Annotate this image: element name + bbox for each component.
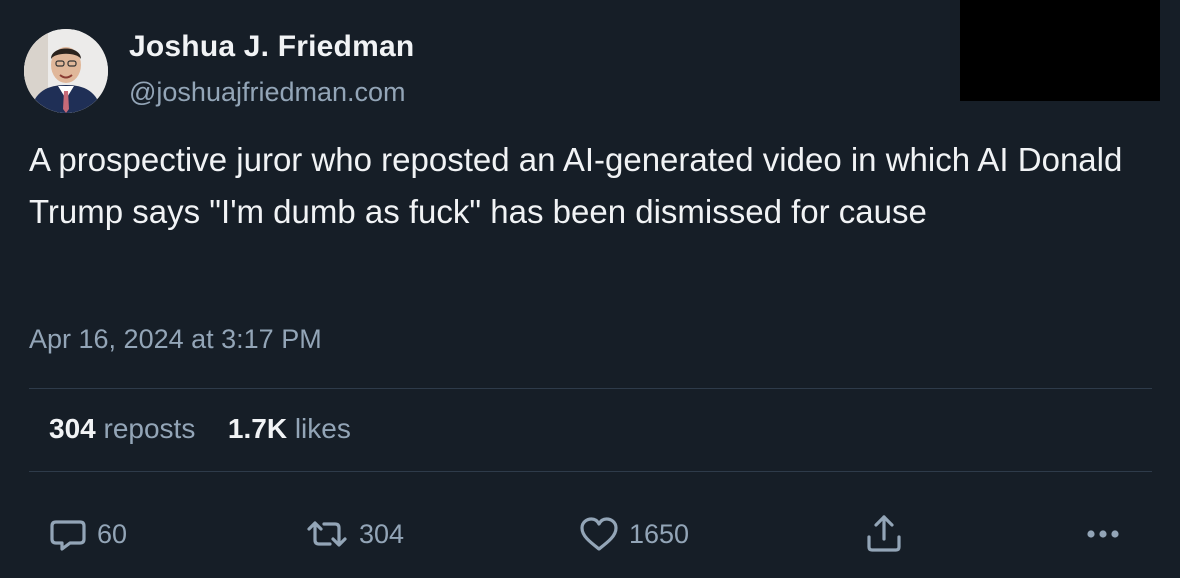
like-button[interactable]: 1650 (578, 512, 689, 556)
share-upload-icon (864, 513, 904, 555)
repost-arrows-icon (304, 514, 350, 554)
reply-button[interactable]: 60 (48, 512, 127, 556)
repost-button[interactable]: 304 (304, 512, 404, 556)
reposts-stat[interactable]: 304 reposts (49, 413, 203, 444)
avatar-image (24, 29, 108, 113)
likes-count: 1.7K (227, 413, 288, 444)
reply-count: 60 (97, 518, 128, 549)
post-text: A prospective juror who reposted an AI-g… (29, 141, 1123, 230)
redaction-block (960, 0, 1160, 101)
engagement-stats: 304 reposts 1.7K likes (49, 413, 351, 445)
heart-icon (578, 514, 620, 554)
author-handle[interactable]: @joshuajfriedman.com (129, 77, 406, 108)
reposts-count: 304 (49, 413, 96, 444)
reposts-label: reposts (103, 413, 196, 444)
likes-stat[interactable]: 1.7K likes (220, 413, 351, 444)
author-display-name[interactable]: Joshua J. Friedman (129, 30, 414, 64)
repost-count: 304 (359, 518, 405, 549)
more-options-button[interactable] (1083, 512, 1123, 556)
likes-label: likes (294, 413, 351, 444)
more-dots-icon (1083, 524, 1123, 544)
like-count: 1650 (629, 518, 690, 549)
divider (29, 471, 1152, 472)
divider (29, 388, 1152, 389)
avatar[interactable] (24, 29, 108, 113)
speech-bubble-icon (48, 514, 88, 554)
share-button[interactable] (864, 512, 904, 556)
post-timestamp[interactable]: Apr 16, 2024 at 3:17 PM (29, 324, 322, 355)
